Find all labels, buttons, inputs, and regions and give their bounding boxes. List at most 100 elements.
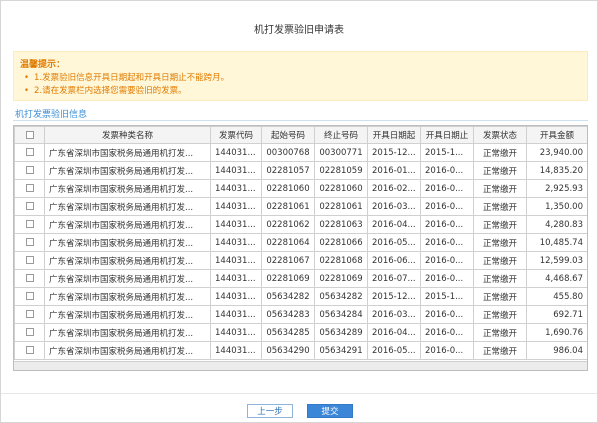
cell-end-no: 05634291 [314,341,368,360]
row-checkbox[interactable] [25,292,34,300]
footer-divider [1,393,597,394]
cell-code: 144031... [210,215,262,234]
table-row[interactable]: 广东省深圳市国家税务局通用机打发... 144031... 02281060 0228… [14,179,587,198]
row-checkbox[interactable] [25,166,34,174]
row-select-cell[interactable] [14,197,45,216]
cell-type-name: 广东省深圳市国家税务局通用机打发... [44,161,211,180]
cell-start-no: 02281060 [261,179,315,198]
row-select-cell[interactable] [14,269,45,288]
cell-start-no: 05634285 [261,323,315,342]
cell-end-no: 05634282 [314,287,368,306]
row-checkbox[interactable] [25,238,34,246]
section-label: 机打发票验旧信息 [15,110,88,120]
cell-date-from: 2016-05... [367,233,421,252]
row-checkbox[interactable] [25,184,34,192]
submit-button[interactable]: 提交 [307,404,353,418]
cell-date-to: 2016-0... [420,233,474,252]
row-checkbox[interactable] [25,310,34,318]
header-code: 发票代码 [210,126,262,144]
cell-end-no: 05634289 [314,323,368,342]
cell-end-no: 02281059 [314,161,368,180]
cell-date-to: 2015-1... [420,143,474,162]
cell-type-name: 广东省深圳市国家税务局通用机打发... [44,215,211,234]
cell-status: 正常缴开 [473,287,527,306]
cell-date-from: 2016-07... [367,269,421,288]
row-select-cell[interactable] [14,179,45,198]
notice-item: • 1.发票验旧信息开具日期起和开具日期止不能跨月。 [24,72,581,85]
select-all-checkbox[interactable] [25,130,34,139]
cell-date-to: 2016-0... [420,269,474,288]
header-amount: 开具金额 [526,126,587,144]
cell-type-name: 广东省深圳市国家税务局通用机打发... [44,305,211,324]
cell-code: 144031... [210,197,262,216]
table-row[interactable]: 广东省深圳市国家税务局通用机打发... 144031... 02281062 0228… [14,215,587,234]
row-select-cell[interactable] [14,143,45,162]
cell-status: 正常缴开 [473,305,527,324]
row-checkbox[interactable] [25,256,34,264]
table-row[interactable]: 广东省深圳市国家税务局通用机打发... 144031... 02281067 0228… [14,251,587,270]
table-row[interactable]: 广东省深圳市国家税务局通用机打发... 144031... 00300768 0030… [14,143,587,162]
cell-type-name: 广东省深圳市国家税务局通用机打发... [44,251,211,270]
cell-date-from: 2016-01... [367,161,421,180]
cell-end-no: 02281069 [314,269,368,288]
row-checkbox[interactable] [25,202,34,210]
row-checkbox[interactable] [25,274,34,282]
cell-amount: 1,690.76 [526,323,587,342]
row-select-cell[interactable] [14,161,45,180]
table-row[interactable]: 广东省深圳市国家税务局通用机打发... 144031... 05634282 0563… [14,287,587,306]
cell-code: 144031... [210,323,262,342]
cell-type-name: 广东省深圳市国家税务局通用机打发... [44,269,211,288]
bullet-icon: • [24,73,30,83]
table-row[interactable]: 广东省深圳市国家税务局通用机打发... 144031... 05634290 0563… [14,341,587,360]
notice-box: 温馨提示： • 1.发票验旧信息开具日期起和开具日期止不能跨月。 • 2.请在发票栏内… [13,51,588,101]
cell-amount: 2,925.93 [526,179,587,198]
invoice-table: 发票种类名称 发票代码 起始号码 终止号码 开具日期起 开具日期止 发票状态 开… [14,126,587,360]
cell-type-name: 广东省深圳市国家税务局通用机打发... [44,143,211,162]
row-checkbox[interactable] [25,328,34,336]
section-divider [13,120,588,121]
header-select-all[interactable] [14,126,45,144]
cell-date-from: 2016-05... [367,341,421,360]
table-row[interactable]: 广东省深圳市国家税务局通用机打发... 144031... 02281064 0228… [14,233,587,252]
cell-end-no: 02281060 [314,179,368,198]
table-row[interactable]: 广东省深圳市国家税务局通用机打发... 144031... 05634283 0563… [14,305,587,324]
horizontal-scrollbar[interactable] [14,361,587,370]
header-status: 发票状态 [473,126,527,144]
cell-amount: 14,835.20 [526,161,587,180]
cell-date-from: 2015-12... [367,143,421,162]
cell-date-to: 2016-0... [420,197,474,216]
row-select-cell[interactable] [14,341,45,360]
cell-amount: 692.71 [526,305,587,324]
row-select-cell[interactable] [14,233,45,252]
cell-date-from: 2016-04... [367,215,421,234]
cell-amount: 4,280.83 [526,215,587,234]
table-row[interactable]: 广东省深圳市国家税务局通用机打发... 144031... 02281069 0228… [14,269,587,288]
row-checkbox[interactable] [25,346,34,354]
table-row[interactable]: 广东省深圳市国家税务局通用机打发... 144031... 02281061 0228… [14,197,587,216]
cell-type-name: 广东省深圳市国家税务局通用机打发... [44,233,211,252]
row-select-cell[interactable] [14,251,45,270]
row-select-cell[interactable] [14,215,45,234]
cell-amount: 10,485.74 [526,233,587,252]
row-select-cell[interactable] [14,323,45,342]
row-checkbox[interactable] [25,148,34,156]
header-end-no: 终止号码 [314,126,368,144]
invoice-verification-dialog: 机打发票验旧申请表 温馨提示： • 1.发票验旧信息开具日期起和开具日期止不能跨月… [0,0,598,423]
table-row[interactable]: 广东省深圳市国家税务局通用机打发... 144031... 05634285 0563… [14,323,587,342]
table-header-row: 发票种类名称 发票代码 起始号码 终止号码 开具日期起 开具日期止 发票状态 开… [14,126,587,144]
cell-code: 144031... [210,287,262,306]
row-select-cell[interactable] [14,305,45,324]
cell-status: 正常缴开 [473,251,527,270]
dialog-title: 机打发票验旧申请表 [254,25,344,36]
cell-code: 144031... [210,179,262,198]
header-date-to: 开具日期止 [420,126,474,144]
cell-start-no: 02281067 [261,251,315,270]
cell-status: 正常缴开 [473,143,527,162]
cell-amount: 12,599.03 [526,251,587,270]
row-checkbox[interactable] [25,220,34,228]
row-select-cell[interactable] [14,287,45,306]
previous-step-button[interactable]: 上一步 [247,404,293,418]
cell-status: 正常缴开 [473,269,527,288]
table-row[interactable]: 广东省深圳市国家税务局通用机打发... 144031... 02281057 0228… [14,161,587,180]
cell-start-no: 02281064 [261,233,315,252]
